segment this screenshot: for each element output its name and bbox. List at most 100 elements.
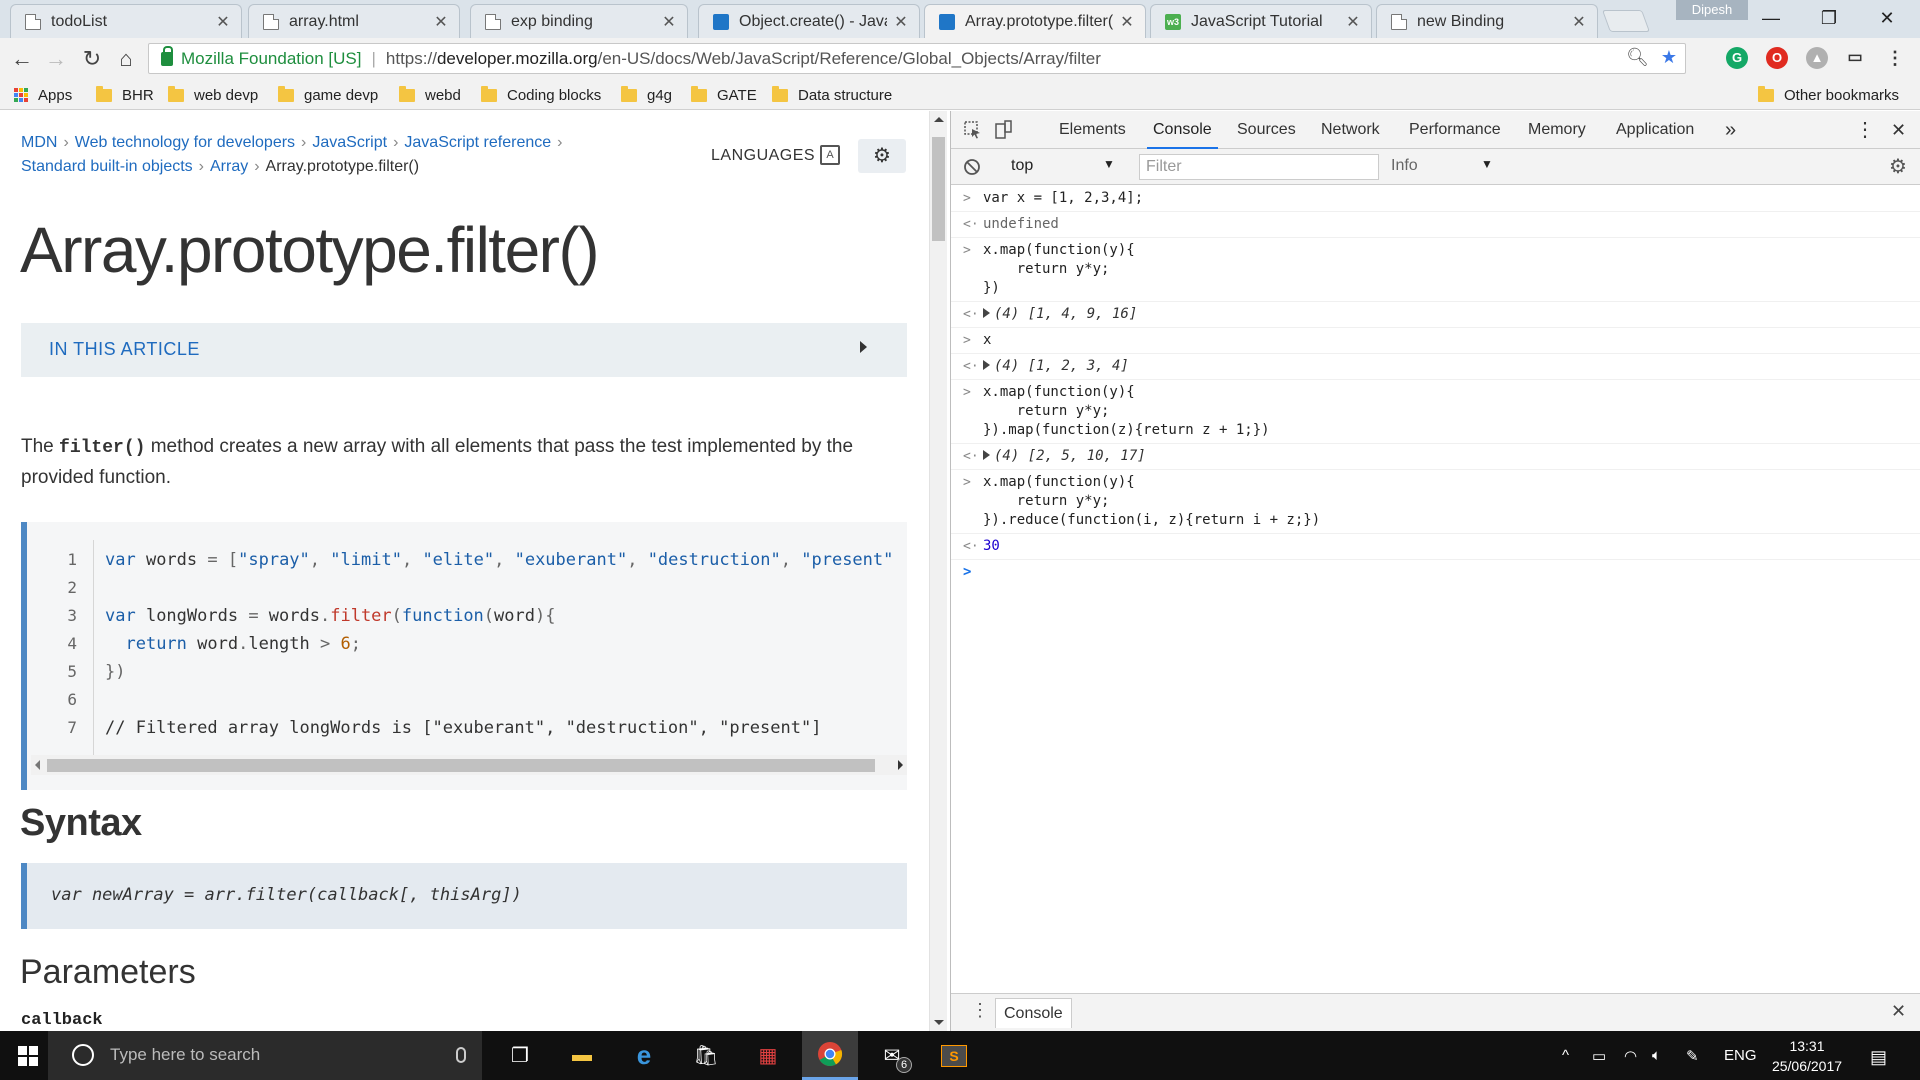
console-input-row[interactable]: > var x = [1, 2,3,4];	[951, 186, 1920, 212]
close-icon[interactable]: ✕	[661, 12, 677, 32]
bookmark-folder-other[interactable]: Other bookmarks	[1758, 84, 1899, 106]
context-selector[interactable]: top	[1011, 157, 1033, 175]
profile-button[interactable]: Dipesh	[1676, 0, 1748, 20]
tab-elements[interactable]: Elements	[1059, 111, 1126, 149]
bookmark-folder[interactable]: webd	[399, 84, 461, 106]
cast-icon[interactable]: ▭	[1844, 47, 1866, 69]
tab-array-html[interactable]: array.html ✕	[248, 4, 460, 38]
settings-gear-button[interactable]: ⚙	[858, 139, 906, 173]
close-icon[interactable]: ✕	[893, 12, 909, 32]
bookmark-folder[interactable]: g4g	[621, 84, 672, 106]
tab-array-filter[interactable]: Array.prototype.filter() ✕	[924, 4, 1146, 38]
bookmark-folder[interactable]: BHR	[96, 84, 154, 106]
languages-button[interactable]: LANGUAGES	[711, 147, 815, 165]
tab-javascript-tutorial[interactable]: w3 JavaScript Tutorial ✕	[1150, 4, 1372, 38]
tab-application[interactable]: Application	[1616, 111, 1694, 149]
code-horizontal-scrollbar[interactable]	[31, 755, 907, 775]
expand-triangle-icon[interactable]	[983, 308, 990, 318]
wifi-icon[interactable]: ◠	[1624, 1047, 1637, 1065]
tab-memory[interactable]: Memory	[1528, 111, 1586, 149]
bookmark-folder[interactable]: Data structure	[772, 84, 892, 106]
log-level-selector[interactable]: Info	[1391, 157, 1418, 175]
volume-muted-icon[interactable]: 🔈︎	[1652, 1047, 1661, 1064]
page-vertical-scrollbar[interactable]	[929, 111, 947, 1031]
gift-app-icon[interactable]: ▦	[740, 1031, 796, 1080]
devtools-menu-icon[interactable]: ⋮	[1855, 111, 1875, 149]
breadcrumb-builtins[interactable]: Standard built-in objects	[21, 158, 193, 175]
opera-icon[interactable]: O	[1766, 47, 1788, 69]
drawer-menu-icon[interactable]: ⋮	[971, 1000, 989, 1021]
breadcrumb-javascript[interactable]: JavaScript	[312, 134, 387, 151]
new-tab-button[interactable]	[1601, 10, 1651, 32]
file-explorer-icon[interactable]: ▬	[554, 1031, 610, 1080]
restore-icon[interactable]: ❐	[1800, 0, 1858, 36]
console-filter-input[interactable]: Filter	[1139, 154, 1379, 180]
back-icon[interactable]: ←	[8, 46, 36, 72]
windows-start-icon[interactable]	[18, 1046, 38, 1066]
console-settings-icon[interactable]: ⚙	[1889, 154, 1907, 179]
store-icon[interactable]: 🛍︎	[678, 1031, 734, 1080]
taskbar-search[interactable]: Type here to search	[48, 1031, 482, 1080]
bookmark-folder[interactable]: web devp	[168, 84, 258, 106]
close-window-icon[interactable]: ✕	[1858, 0, 1916, 36]
breadcrumb-mdn[interactable]: MDN	[21, 134, 57, 151]
url-text[interactable]: https://developer.mozilla.org/en-US/docs…	[386, 49, 1101, 69]
devtools-close-icon[interactable]: ✕	[1891, 111, 1906, 149]
console-input-row[interactable]: > x	[951, 328, 1920, 354]
reload-icon[interactable]: ↻	[78, 46, 106, 72]
bookmark-folder[interactable]: Coding blocks	[481, 84, 601, 106]
forward-icon[interactable]: →	[42, 46, 70, 72]
drawer-tab-console[interactable]: Console	[995, 998, 1072, 1028]
show-hidden-icons[interactable]: ^	[1562, 1047, 1569, 1064]
scroll-thumb[interactable]	[932, 137, 945, 241]
taskbar-clock[interactable]: 13:31 25/06/2017	[1762, 1036, 1852, 1076]
tab-sources[interactable]: Sources	[1237, 111, 1296, 149]
site-identity[interactable]: Mozilla Foundation [US]	[181, 49, 361, 69]
close-icon[interactable]: ✕	[215, 12, 231, 32]
bookmark-folder[interactable]: GATE	[691, 84, 757, 106]
zoom-icon[interactable]: 🔍︎	[1626, 47, 1649, 68]
tab-object-create[interactable]: Object.create() - JavaS ✕	[698, 4, 920, 38]
close-icon[interactable]: ✕	[1571, 12, 1587, 32]
input-language[interactable]: ENG	[1724, 1047, 1757, 1064]
drawer-close-icon[interactable]: ✕	[1891, 1001, 1906, 1022]
bookmark-folder[interactable]: game devp	[278, 84, 378, 106]
extension-icon[interactable]: ▲	[1806, 47, 1828, 69]
expand-triangle-icon[interactable]	[983, 360, 990, 370]
inspect-element-icon[interactable]	[963, 120, 983, 140]
more-tabs-icon[interactable]: »	[1725, 111, 1736, 149]
tab-console[interactable]: Console	[1147, 111, 1218, 149]
pen-icon[interactable]: ✎	[1686, 1047, 1699, 1065]
home-icon[interactable]: ⌂	[112, 46, 140, 72]
tab-performance[interactable]: Performance	[1409, 111, 1501, 149]
bookmark-star-icon[interactable]: ★	[1661, 47, 1677, 68]
tab-new-binding[interactable]: new Binding ✕	[1376, 4, 1598, 38]
scroll-down-icon[interactable]	[934, 1020, 944, 1025]
dropdown-arrow-icon[interactable]: ▼	[1481, 157, 1493, 171]
chrome-icon[interactable]	[802, 1031, 858, 1080]
mail-icon[interactable]: ✉ 6	[864, 1031, 920, 1080]
breadcrumb-array[interactable]: Array	[210, 158, 248, 175]
action-center-icon[interactable]: ▤	[1870, 1047, 1887, 1068]
bookmark-apps[interactable]: Apps	[14, 84, 72, 106]
minimize-icon[interactable]: —	[1742, 0, 1800, 36]
close-icon[interactable]: ✕	[1345, 12, 1361, 32]
scroll-left-icon[interactable]	[35, 760, 40, 770]
console-result-row[interactable]: <· (4) [1, 4, 9, 16]	[951, 302, 1920, 328]
tab-todolist[interactable]: todoList ✕	[10, 4, 242, 38]
close-icon[interactable]: ✕	[1119, 12, 1135, 32]
address-bar[interactable]: Mozilla Foundation [US] | https://develo…	[148, 43, 1686, 74]
in-this-article-toggle[interactable]: IN THIS ARTICLE	[21, 323, 907, 377]
dropdown-arrow-icon[interactable]: ▼	[1103, 157, 1115, 171]
scroll-thumb[interactable]	[47, 759, 875, 772]
breadcrumb-web[interactable]: Web technology for developers	[75, 134, 295, 151]
console-input-row[interactable]: > x.map(function(y){ return y*y;}).map(fu…	[951, 380, 1920, 444]
breadcrumb-reference[interactable]: JavaScript reference	[404, 134, 551, 151]
console-result-row[interactable]: <· (4) [1, 2, 3, 4]	[951, 354, 1920, 380]
close-icon[interactable]: ✕	[433, 12, 449, 32]
grammarly-icon[interactable]: G	[1726, 47, 1748, 69]
tab-network[interactable]: Network	[1321, 111, 1380, 149]
task-view-icon[interactable]: ❐	[492, 1031, 548, 1080]
device-toolbar-icon[interactable]	[993, 120, 1013, 140]
console-input-row[interactable]: > x.map(function(y){ return y*y;}).reduce…	[951, 470, 1920, 534]
